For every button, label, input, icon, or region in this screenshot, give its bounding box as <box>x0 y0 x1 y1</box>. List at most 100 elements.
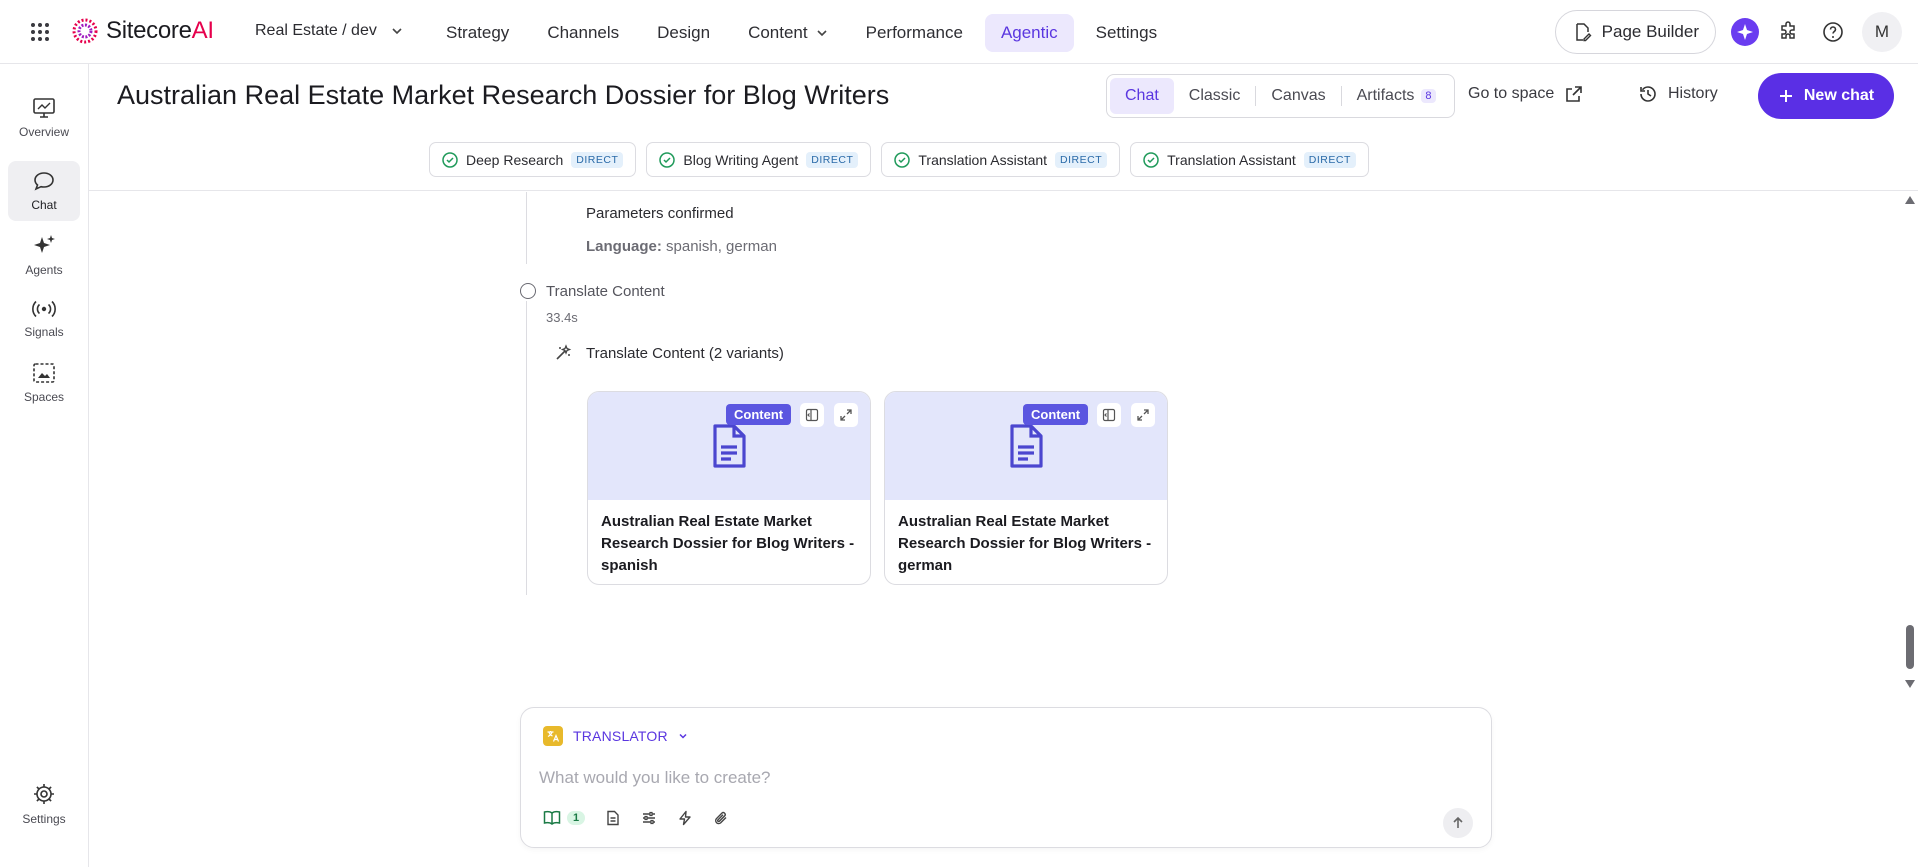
language-label: Language: <box>586 238 662 255</box>
sidebar-item-signals[interactable]: Signals <box>8 289 80 349</box>
card-title: Australian Real Estate Market Research D… <box>601 513 855 574</box>
document-attach-button[interactable] <box>605 810 621 826</box>
prompt-input[interactable] <box>539 768 1439 788</box>
tool-call-row[interactable]: Translate Content (2 variants) <box>554 344 784 362</box>
agent-chip-label: Deep Research <box>466 151 564 168</box>
scrollbar-thumb[interactable] <box>1906 625 1914 669</box>
nav-strategy[interactable]: Strategy <box>430 14 525 52</box>
sidebar-item-settings[interactable]: Settings <box>8 774 80 834</box>
go-to-space-link[interactable]: Go to space <box>1468 84 1584 104</box>
direct-badge: DIRECT <box>1303 151 1356 168</box>
language-param: Language: spanish, german <box>586 238 777 255</box>
step-duration: 33.4s <box>546 310 578 325</box>
agent-chip-deep-research[interactable]: Deep Research DIRECT <box>429 142 637 177</box>
tab-label: Artifacts <box>1356 87 1415 104</box>
side-panel-icon[interactable] <box>800 403 824 427</box>
content-badge: Content <box>726 404 792 425</box>
scroll-up-arrow-icon[interactable] <box>1905 196 1915 204</box>
app-launcher-icon[interactable] <box>28 20 52 44</box>
expand-icon[interactable] <box>1131 403 1155 427</box>
knowledge-button[interactable]: 1 <box>543 810 586 826</box>
view-tabs: Chat Classic Canvas Artifacts 8 <box>1106 74 1455 118</box>
tab-artifacts[interactable]: Artifacts 8 <box>1342 78 1451 114</box>
arrow-up-icon <box>1451 816 1465 830</box>
nav-label: Strategy <box>446 23 510 42</box>
sitecore-logo-icon <box>72 18 98 44</box>
attachment-button[interactable] <box>713 810 729 826</box>
agent-chip-translation-2[interactable]: Translation Assistant DIRECT <box>1130 142 1369 177</box>
chevron-down-icon <box>391 25 403 37</box>
expand-icon[interactable] <box>834 403 858 427</box>
nav-label: Content <box>748 23 808 42</box>
agent-selector-label: TRANSLATOR <box>573 728 668 744</box>
page-title: Australian Real Estate Market Research D… <box>117 80 890 110</box>
content-card-german[interactable]: Content Australian Real Estate Market Re… <box>884 391 1168 585</box>
check-circle-icon <box>894 151 911 168</box>
agent-chip-translation-1[interactable]: Translation Assistant DIRECT <box>881 142 1121 177</box>
quick-action-button[interactable] <box>677 810 693 826</box>
content-badge: Content <box>1023 404 1089 425</box>
nav-channels[interactable]: Channels <box>531 14 635 52</box>
thread-line <box>526 301 527 595</box>
chevron-down-icon <box>816 27 828 39</box>
chevron-down-icon <box>678 731 688 741</box>
nav-label: Channels <box>547 23 620 42</box>
card-preview: Content <box>885 392 1167 500</box>
tab-label: Chat <box>1125 87 1159 104</box>
nav-label: Performance <box>865 23 963 42</box>
nav-label: Agentic <box>1000 23 1058 42</box>
document-icon <box>709 423 749 469</box>
content-card-spanish[interactable]: Content Australian Real Estate Market Re… <box>587 391 871 585</box>
chat-composer: TRANSLATOR 1 <box>520 707 1492 848</box>
card-title: Australian Real Estate Market Research D… <box>898 513 1152 574</box>
agent-chip-label: Blog Writing Agent <box>683 151 799 168</box>
step-label[interactable]: Translate Content <box>546 283 665 300</box>
avatar[interactable]: M <box>1862 12 1902 52</box>
settings-sliders-button[interactable] <box>641 810 657 826</box>
agent-chips-row: Deep Research DIRECT Blog Writing Agent … <box>89 136 1918 191</box>
main-nav: Strategy Channels Design Content Perform… <box>430 14 1173 52</box>
history-button[interactable]: History <box>1638 84 1718 104</box>
params-confirmed-text: Parameters confirmed <box>586 205 734 222</box>
go-to-space-label: Go to space <box>1468 85 1555 102</box>
nav-agentic[interactable]: Agentic <box>984 14 1074 52</box>
page-builder-button[interactable]: Page Builder <box>1554 10 1716 54</box>
sparkle-assistant-icon[interactable] <box>1730 17 1760 47</box>
agent-chips: Deep Research DIRECT Blog Writing Agent … <box>429 142 1369 177</box>
sidebar-item-spaces[interactable]: Spaces <box>8 353 80 413</box>
new-chat-label: New chat <box>1803 87 1875 104</box>
tab-canvas[interactable]: Canvas <box>1256 78 1340 114</box>
tab-classic[interactable]: Classic <box>1174 78 1256 114</box>
sidebar: Overview Chat Agents Signals Spaces Sett… <box>0 64 89 867</box>
brand-logo[interactable]: SitecoreAI <box>72 17 214 45</box>
puzzle-extensions-icon[interactable] <box>1774 17 1804 47</box>
agent-selector[interactable]: TRANSLATOR <box>543 726 688 746</box>
tab-chat[interactable]: Chat <box>1110 78 1174 114</box>
nav-design[interactable]: Design <box>641 14 726 52</box>
external-link-icon <box>1564 84 1584 104</box>
scroll-down-arrow-icon[interactable] <box>1905 680 1915 688</box>
check-circle-icon <box>442 151 458 168</box>
nav-performance[interactable]: Performance <box>850 14 979 52</box>
nav-settings[interactable]: Settings <box>1080 14 1173 52</box>
sidebar-item-overview[interactable]: Overview <box>8 88 80 148</box>
nav-content[interactable]: Content <box>732 14 844 52</box>
page-builder-label: Page Builder <box>1601 22 1699 41</box>
history-clock-icon <box>1638 84 1658 104</box>
direct-badge: DIRECT <box>1055 151 1108 168</box>
avatar-initial: M <box>1874 22 1890 41</box>
send-button[interactable] <box>1443 808 1473 838</box>
lightning-icon <box>677 810 693 826</box>
artifacts-count-badge: 8 <box>1421 89 1436 103</box>
sidebar-item-chat[interactable]: Chat <box>8 161 80 221</box>
agent-chip-blog-writing[interactable]: Blog Writing Agent DIRECT <box>646 142 872 177</box>
direct-badge: DIRECT <box>571 151 624 168</box>
step-status-circle-icon <box>520 283 536 299</box>
translate-icon <box>543 726 563 746</box>
side-panel-icon[interactable] <box>1097 403 1121 427</box>
new-chat-button[interactable]: New chat <box>1758 73 1894 119</box>
tab-label: Canvas <box>1271 87 1326 104</box>
sidebar-item-agents[interactable]: Agents <box>8 225 80 285</box>
help-icon[interactable] <box>1818 17 1848 47</box>
site-switcher[interactable]: Real Estate / dev <box>255 22 403 40</box>
